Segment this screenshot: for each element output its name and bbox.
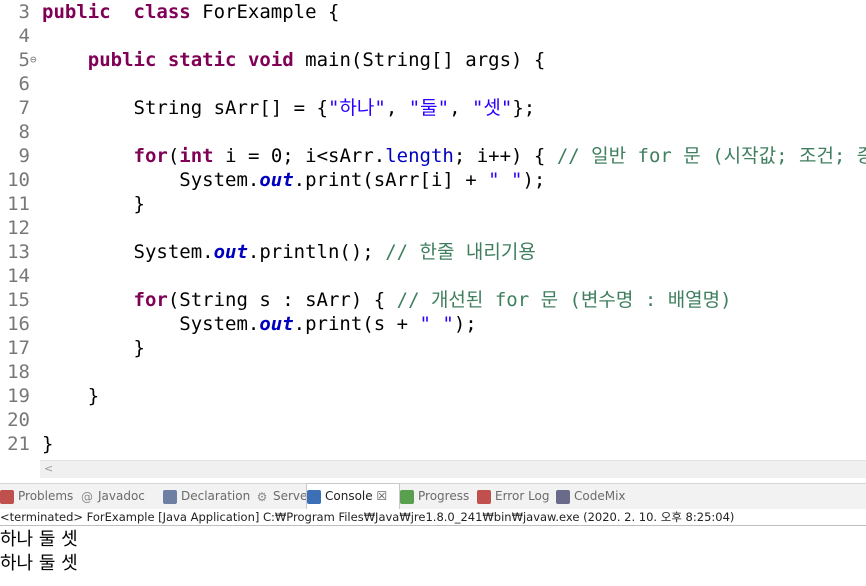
tab-javadoc[interactable]: @ Javadoc <box>80 484 160 509</box>
line-number: 3 <box>18 1 30 23</box>
line-number: 11 <box>7 193 30 215</box>
horizontal-scrollbar[interactable]: < <box>40 460 866 478</box>
console-output: 하나 둘 셋 하나 둘 셋 <box>0 528 866 576</box>
tab-declaration[interactable]: Declaration <box>163 484 251 509</box>
code-text: } <box>42 433 54 455</box>
line-number: 10 <box>7 169 30 191</box>
tab-progress[interactable]: Progress <box>400 484 474 509</box>
tab-label: Progress <box>418 489 470 503</box>
tab-problems[interactable]: Problems <box>0 484 74 509</box>
tab-servers[interactable]: ⚙ Servers <box>255 484 319 509</box>
tab-label: Declaration <box>181 489 251 503</box>
line-number: 18 <box>7 361 30 383</box>
line-number: 12 <box>7 217 30 239</box>
code-text: System.out.print(s + " "); <box>42 313 477 335</box>
code-text: for(int i = 0; i<sArr.length; i++) { // … <box>133 145 866 167</box>
code-text: System.out.println(); // 한줄 내리기용 <box>42 241 536 263</box>
tab-codemix[interactable]: CodeMix <box>556 484 628 509</box>
line-number: 9 <box>18 145 30 167</box>
line-number: 17 <box>7 337 30 359</box>
code-text: String sArr[] = {"하나", "둘", "셋"}; <box>42 97 536 119</box>
line-number: 8 <box>18 121 30 143</box>
tab-label: Console <box>325 489 373 503</box>
fold-toggle-icon[interactable]: ⊖ <box>30 48 37 72</box>
code-text: public static void main(String[] args) { <box>87 49 546 71</box>
tab-label: CodeMix <box>574 489 626 503</box>
line-number: 21 <box>7 433 30 455</box>
code-text: } <box>42 193 145 215</box>
codemix-icon <box>556 489 570 504</box>
code-text: public class ForExample { <box>42 1 340 23</box>
servers-icon: ⚙ <box>256 489 268 504</box>
tab-label: Javadoc <box>98 489 145 503</box>
code-text: for(String s : sArr) { // 개선된 for 문 (변수명… <box>133 289 732 311</box>
line-number: 14 <box>7 265 30 287</box>
line-number: 5 <box>18 49 30 71</box>
tab-label: Error Log <box>495 489 550 503</box>
problems-icon <box>0 489 14 504</box>
progress-icon <box>400 489 414 504</box>
code-text: } <box>42 385 100 407</box>
line-number: 6 <box>18 73 30 95</box>
tab-label: Problems <box>18 489 74 503</box>
scroll-left-arrow-icon[interactable]: < <box>44 462 53 475</box>
line-number: 16 <box>7 313 30 335</box>
console-icon <box>307 489 321 504</box>
line-number: 13 <box>7 241 30 263</box>
line-number: 19 <box>7 385 30 407</box>
close-icon[interactable]: ☒ <box>373 489 387 503</box>
console-output-line: 하나 둘 셋 <box>0 553 78 574</box>
line-number: 20 <box>7 409 30 431</box>
console-output-line: 하나 둘 셋 <box>0 529 78 550</box>
declaration-icon <box>163 489 177 504</box>
console-status-line: <terminated> ForExample [Java Applicatio… <box>0 509 866 526</box>
code-editor[interactable]: 3 public class ForExample { 4 5 ⊖ public sta… <box>0 0 866 460</box>
tab-error-log[interactable]: Error Log <box>477 484 553 509</box>
tab-console[interactable]: Console ☒ <box>306 483 400 509</box>
line-number: 7 <box>18 97 30 119</box>
code-text: System.out.print(sArr[i] + " "); <box>42 169 546 191</box>
error-log-icon <box>477 489 491 504</box>
view-tab-bar: Problems @ Javadoc Declaration ⚙ Servers Conso… <box>0 483 866 510</box>
line-number: 15 <box>7 289 30 311</box>
line-number: 4 <box>18 25 30 47</box>
code-text: } <box>42 337 145 359</box>
javadoc-icon: @ <box>81 489 93 504</box>
